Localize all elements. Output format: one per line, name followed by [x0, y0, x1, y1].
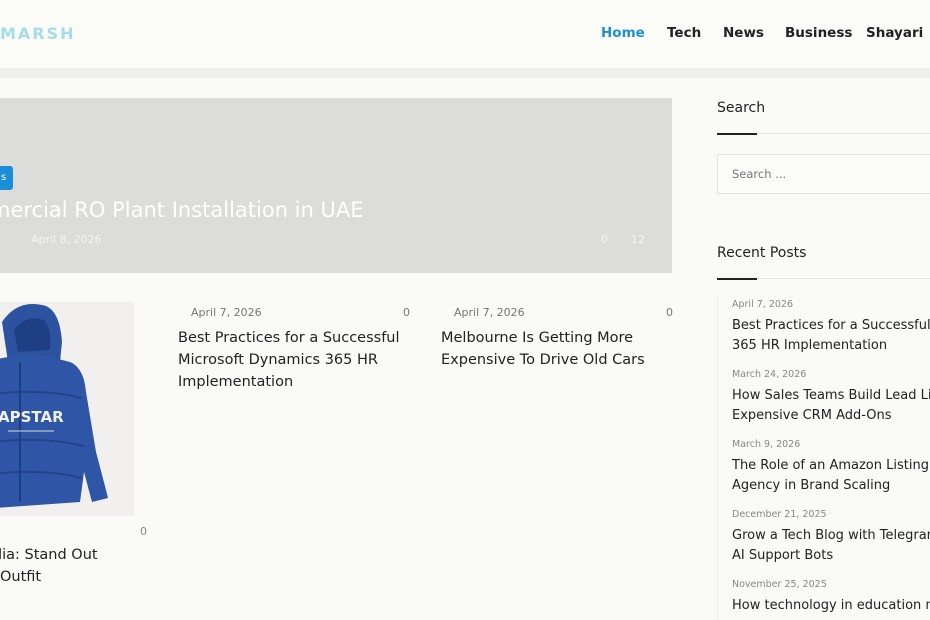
nav-item-home[interactable]: Home: [601, 25, 645, 41]
search-box[interactable]: [717, 154, 930, 194]
recent-post-link[interactable]: Expensive CRM Add-Ons: [732, 406, 930, 426]
recent-post-link[interactable]: AI Support Bots: [732, 546, 930, 566]
post-title[interactable]: Best Practices for a Successful Microsof…: [178, 327, 400, 393]
list-item: March 24, 2026 How Sales Teams Build Lea…: [732, 369, 930, 425]
post-date: April 8, 2026: [31, 233, 102, 246]
site-header: MARSH Home Tech News Business Shayari: [0, 0, 930, 68]
post-title-line[interactable]: Microsoft Dynamics 365 HR: [178, 349, 400, 371]
heading-rule: [757, 133, 930, 134]
recent-post-link[interactable]: How Sales Teams Build Lead List: [732, 386, 930, 406]
recent-post-link[interactable]: Grow a Tech Blog with Telegram: [732, 526, 930, 546]
post-title-line[interactable]: Best Practices for a Successful: [178, 327, 400, 349]
recent-post-link[interactable]: Agency in Brand Scaling: [732, 476, 930, 496]
post-title-line[interactable]: Outfit: [0, 566, 130, 588]
list-item: March 9, 2026 The Role of an Amazon List…: [732, 439, 930, 495]
heading-underline: [717, 133, 757, 135]
post-date: December 21, 2025: [732, 509, 827, 520]
post-date: November 25, 2025: [732, 579, 827, 590]
search-input[interactable]: [732, 167, 912, 181]
jacket-image: APSTAR: [0, 302, 134, 516]
post-title[interactable]: stralia: Stand Out Outfit: [0, 544, 130, 588]
list-item: April 7, 2026 Best Practices for a Succe…: [732, 299, 930, 355]
post-date: April 7, 2026: [454, 306, 525, 319]
featured-post-title[interactable]: mercial RO Plant Installation in UAE: [0, 198, 364, 222]
post-title-line[interactable]: Expensive To Drive Old Cars: [441, 349, 645, 371]
post-title-line[interactable]: Implementation: [178, 371, 400, 393]
list-item: November 25, 2025 How technology in educ…: [732, 579, 930, 616]
jacket-logo-text: APSTAR: [0, 408, 64, 426]
comment-count: 0: [601, 233, 608, 246]
featured-post[interactable]: s mercial RO Plant Installation in UAE m…: [0, 98, 672, 273]
heading-rule: [757, 278, 930, 279]
nav-item-news[interactable]: News: [723, 25, 764, 41]
post-date: April 7, 2026: [732, 299, 793, 310]
view-count: 12: [631, 233, 645, 246]
nav-item-tech[interactable]: Tech: [667, 25, 701, 41]
header-divider: [0, 68, 930, 78]
recent-post-link[interactable]: The Role of an Amazon Listing O: [732, 456, 930, 476]
post-date: April 7, 2026: [191, 306, 262, 319]
heading-underline: [717, 278, 757, 280]
comment-count: 0: [140, 525, 147, 538]
nav-item-business[interactable]: Business: [785, 25, 852, 41]
post-thumbnail[interactable]: APSTAR: [0, 302, 134, 516]
recent-post-link[interactable]: Best Practices for a Successful M: [732, 316, 930, 336]
post-date: March 24, 2026: [732, 369, 807, 380]
main-nav: Home Tech News Business Shayari: [0, 25, 930, 45]
recent-posts-heading: Recent Posts: [717, 245, 807, 261]
recent-post-link[interactable]: 365 HR Implementation: [732, 336, 930, 356]
post-title-line[interactable]: Melbourne Is Getting More: [441, 327, 645, 349]
nav-item-shayari[interactable]: Shayari: [866, 25, 923, 41]
post-title-line[interactable]: stralia: Stand Out: [0, 544, 130, 566]
post-date: March 9, 2026: [732, 439, 801, 450]
comment-count: 0: [403, 306, 410, 319]
post-title[interactable]: Melbourne Is Getting More Expensive To D…: [441, 327, 645, 371]
recent-post-link[interactable]: How technology in education m: [732, 596, 930, 616]
list-item: December 21, 2025 Grow a Tech Blog with …: [732, 509, 930, 565]
recent-posts-list: April 7, 2026 Best Practices for a Succe…: [717, 294, 930, 620]
comment-count: 0: [666, 306, 673, 319]
category-badge[interactable]: s: [0, 166, 13, 190]
search-widget-heading: Search: [717, 100, 766, 116]
